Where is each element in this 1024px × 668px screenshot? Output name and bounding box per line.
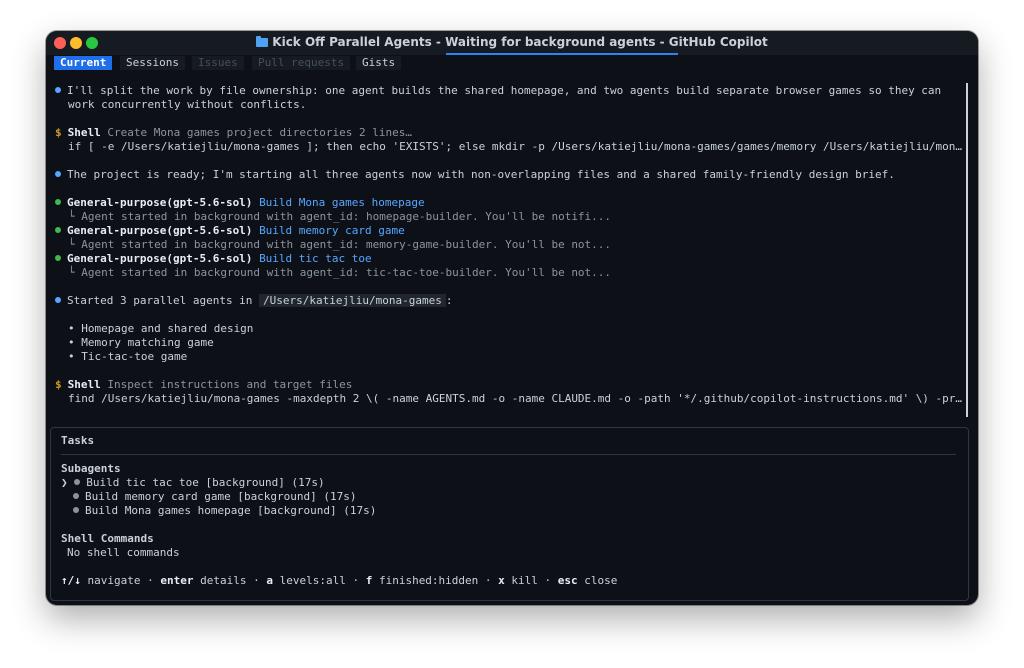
inline-code-path: /Users/katiejliu/mona-games — [259, 294, 446, 307]
shell-description: Inspect instructions and target files — [107, 378, 353, 391]
agent-row: General-purpose(gpt-5.6-sol) Build memor… — [55, 224, 405, 238]
keyboard-hints: ↑/↓ navigate · enter details · a levels:… — [61, 574, 617, 588]
list-item: • Memory matching game — [68, 336, 214, 349]
status-dot-icon — [55, 199, 61, 205]
shell-command-1: if [ -e /Users/katiejliu/mona-games ]; t… — [68, 140, 963, 153]
shell-prompt-icon: $ — [55, 126, 62, 139]
shell-prompt-icon: $ — [55, 378, 62, 391]
hint-key: esc — [557, 574, 578, 587]
message-intro: I'll split the work by file ownership: o… — [55, 84, 941, 98]
subagent-label: Build tic tac toe [background] (17s) — [86, 476, 325, 489]
status-dot-icon — [55, 255, 61, 261]
hint-separator: · — [352, 574, 360, 587]
status-dot-icon — [73, 493, 79, 499]
bullet-dot-icon — [55, 171, 61, 177]
agent-detail: └ Agent started in background with agent… — [68, 266, 612, 279]
list-item: • Homepage and shared design — [68, 322, 254, 335]
hint-key: a — [266, 574, 273, 587]
selector-chevron-icon: ❯ — [61, 476, 68, 489]
shell-block-2: $ Shell Inspect instructions and target f… — [55, 378, 352, 392]
tasks-divider — [61, 454, 956, 455]
hint-separator: · — [147, 574, 154, 587]
subagent-item[interactable]: Build Mona games homepage [background] (… — [73, 504, 376, 518]
subagent-item-selected[interactable]: ❯ Build tic tac toe [background] (17s) — [61, 476, 325, 490]
hint-text: navigate — [87, 574, 141, 587]
message-ready: The project is ready; I'm starting all t… — [55, 168, 895, 182]
agent-name: General-purpose(gpt-5.6-sol) — [67, 224, 253, 237]
agent-name: General-purpose(gpt-5.6-sol) — [67, 252, 253, 265]
status-dot-icon — [74, 479, 81, 485]
shell-label: Shell — [67, 126, 101, 139]
agent-detail: └ Agent started in background with agent… — [68, 238, 612, 251]
message-started: Started 3 parallel agents in /Users/kati… — [55, 294, 453, 308]
hint-text: levels:all — [279, 574, 346, 587]
agent-row: General-purpose(gpt-5.6-sol) Build Mona … — [55, 196, 425, 210]
shell-commands-header: Shell Commands — [61, 532, 154, 545]
hint-key: ↑/↓ — [61, 574, 81, 587]
shell-label: Shell — [67, 378, 101, 391]
hint-key: f — [365, 574, 373, 587]
agent-task: Build memory card game — [259, 224, 405, 237]
subagents-header: Subagents — [61, 462, 121, 475]
hint-separator: · — [484, 574, 492, 587]
hint-separator: · — [544, 574, 552, 587]
agent-detail: └ Agent started in background with agent… — [68, 210, 612, 223]
bullet-dot-icon — [55, 87, 61, 93]
hint-separator: · — [253, 574, 260, 587]
message-intro-cont: work concurrently without conflicts. — [68, 98, 307, 111]
hint-text: details — [200, 574, 247, 587]
tasks-title: Tasks — [61, 434, 95, 447]
transcript: I'll split the work by file ownership: o… — [46, 31, 978, 431]
hint-text: kill — [511, 574, 538, 587]
subagent-label: Build Mona games homepage [background] (… — [85, 504, 377, 517]
message-suffix: : — [445, 294, 453, 307]
status-dot-icon — [55, 227, 61, 233]
hint-text: close — [584, 574, 618, 587]
hint-key: enter — [160, 574, 194, 587]
subagent-label: Build memory card game [background] (17s… — [85, 490, 357, 503]
agent-row: General-purpose(gpt-5.6-sol) Build tic t… — [55, 252, 372, 266]
tasks-panel: Tasks Subagents ❯ Build tic tac toe [bac… — [50, 427, 969, 601]
bullet-dot-icon — [55, 297, 61, 303]
status-dot-icon — [73, 507, 79, 513]
message-text: Started 3 parallel agents in — [67, 294, 253, 307]
shell-description: Create Mona games project directories 2 … — [107, 126, 413, 139]
message-text: The project is ready; I'm starting all t… — [67, 168, 895, 181]
terminal-window: Kick Off Parallel Agents - Waiting for b… — [46, 31, 978, 605]
shell-commands-empty: No shell commands — [67, 546, 180, 559]
hint-text: finished:hidden — [378, 574, 479, 587]
message-text: I'll split the work by file ownership: o… — [67, 84, 942, 97]
hint-key: x — [498, 574, 505, 587]
subagent-item[interactable]: Build memory card game [background] (17s… — [73, 490, 357, 504]
shell-block-1: $ Shell Create Mona games project directo… — [55, 126, 412, 140]
list-item: • Tic-tac-toe game — [68, 350, 188, 363]
scrollbar[interactable] — [966, 83, 968, 417]
agent-name: General-purpose(gpt-5.6-sol) — [67, 196, 253, 209]
agent-task: Build tic tac toe — [259, 252, 372, 265]
shell-command-2: find /Users/katiejliu/mona-games -maxdep… — [68, 392, 963, 405]
agent-task: Build Mona games homepage — [259, 196, 425, 209]
